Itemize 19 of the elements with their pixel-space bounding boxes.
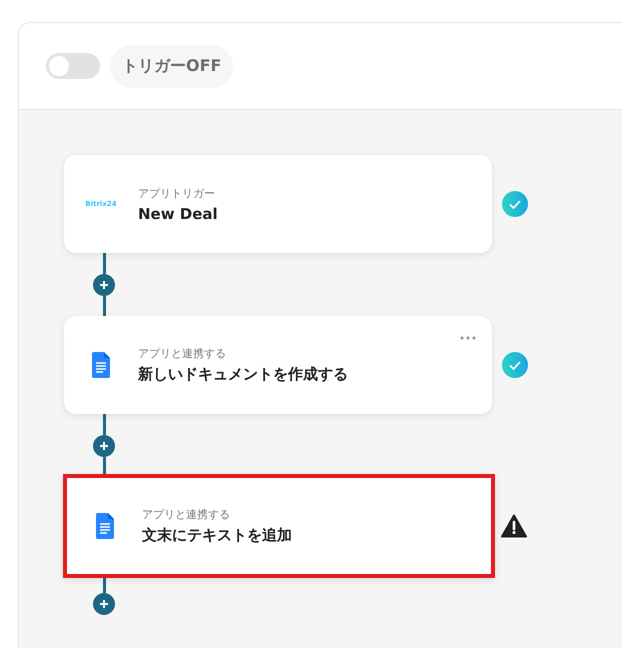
plus-icon [99,280,109,290]
trigger-toggle[interactable] [46,53,100,79]
document-icon [92,352,110,378]
step-caption: アプリトリガー [138,186,216,200]
step-title: 文末にテキストを追加 [142,526,292,545]
step-title: New Deal [138,204,218,222]
add-step-button[interactable] [93,434,115,456]
step-card[interactable]: アプリと連携する 文末にテキストを追加 [63,474,495,578]
plus-icon [99,440,109,450]
more-icon[interactable] [460,336,476,340]
step-caption: アプリと連携する [138,346,227,361]
document-icon [96,513,114,539]
trigger-status-label: トリガーOFF [110,44,234,88]
step-caption: アプリと連携する [142,507,231,522]
plus-icon [99,599,109,609]
add-step-button[interactable] [93,593,115,615]
add-step-button[interactable] [93,274,115,296]
step-title: 新しいドキュメントを作成する [138,365,348,384]
step-card[interactable]: アプリと連携する 新しいドキュメントを作成する [64,316,492,414]
